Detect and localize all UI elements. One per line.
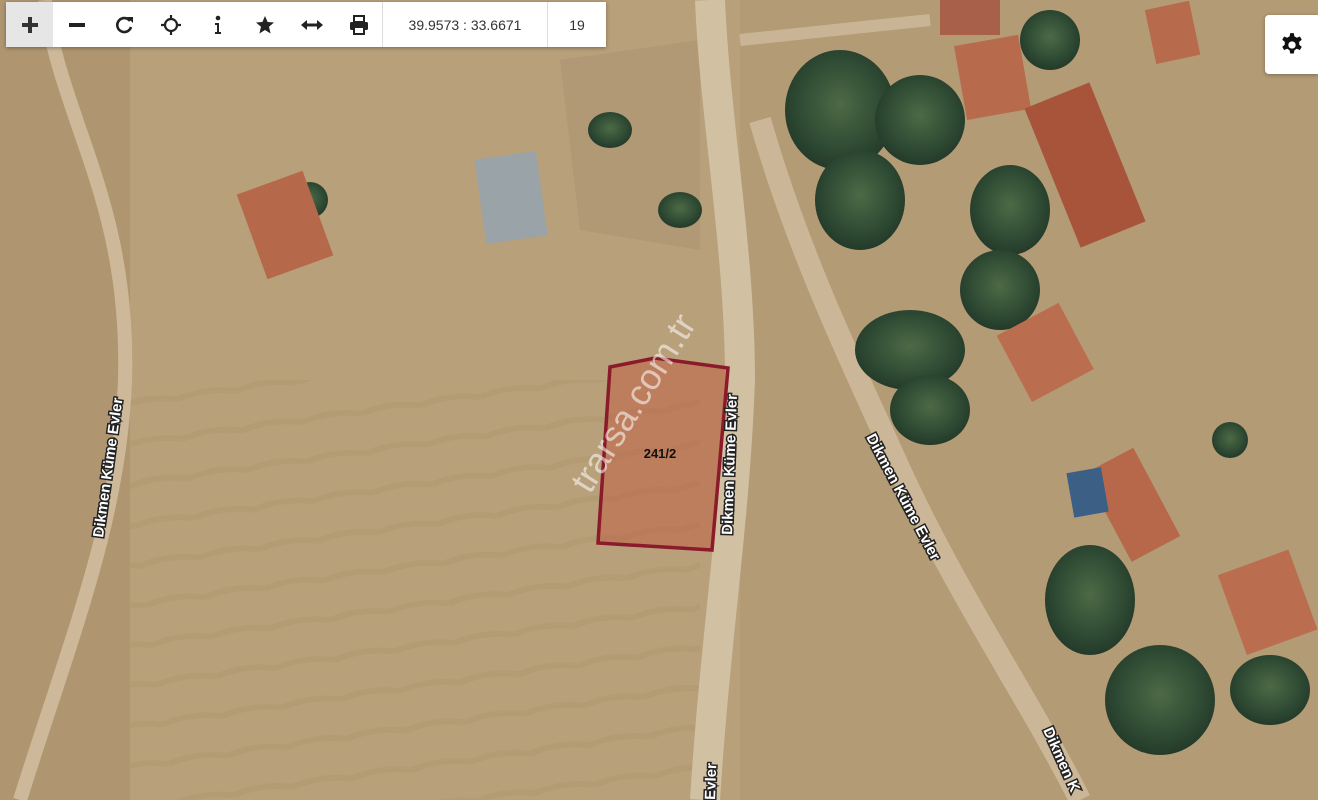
printer-icon [349,14,368,35]
minus-icon [68,22,85,27]
info-button[interactable] [194,2,241,47]
star-icon [255,15,274,33]
map-toolbar: 39.9573 : 33.6671 19 [6,2,606,47]
refresh-icon [115,16,133,33]
crosshair-icon [160,14,181,35]
locate-button[interactable] [147,2,194,47]
print-button[interactable] [335,2,382,47]
zoom-level-readout: 19 [547,2,606,47]
settings-button[interactable] [1265,15,1318,74]
coordinates-readout: 39.9573 : 33.6671 [382,2,547,47]
plus-icon [21,16,38,33]
road-label-bottom-center: Evler [702,763,720,800]
gear-icon [1281,32,1302,53]
refresh-button[interactable] [100,2,147,47]
satellite-map[interactable]: 241/2 trarsa.com.tr Dikmen Küme Evler Di… [0,0,1318,800]
zoom-out-button[interactable] [53,2,100,47]
arrows-horizontal-icon [300,19,323,30]
parcel-label: 241/2 [644,446,677,461]
info-icon [214,15,221,34]
zoom-in-button[interactable] [6,2,53,47]
measure-button[interactable] [288,2,335,47]
favorite-button[interactable] [241,2,288,47]
